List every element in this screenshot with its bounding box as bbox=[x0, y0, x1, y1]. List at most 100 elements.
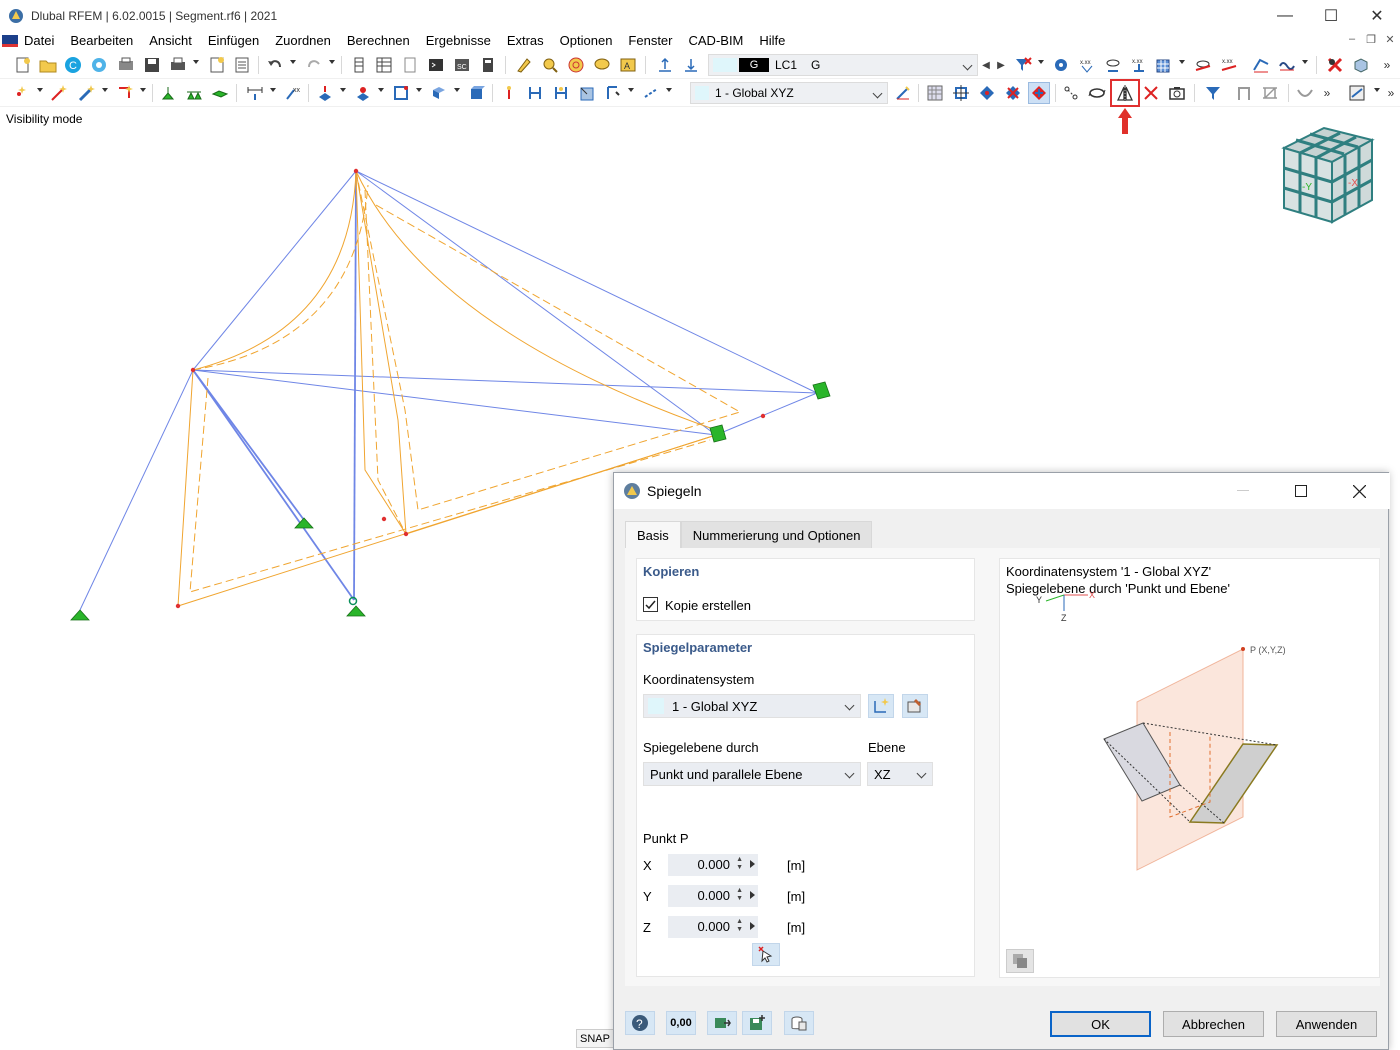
x-pick-arrow-icon[interactable] bbox=[750, 860, 755, 868]
menu-einfuegen[interactable]: Einfügen bbox=[200, 31, 267, 51]
line-connect-icon[interactable] bbox=[1060, 82, 1082, 104]
load-member-icon[interactable] bbox=[352, 82, 374, 104]
coordinate-system-select[interactable]: 1 - Global XYZ bbox=[690, 82, 888, 104]
mirror-plane-dropdown[interactable]: Punkt und parallele Ebene bbox=[643, 762, 861, 786]
menu-cad-bim[interactable]: CAD-BIM bbox=[681, 31, 752, 51]
node-dropdown[interactable] bbox=[37, 88, 43, 92]
new-surface-icon[interactable] bbox=[114, 82, 136, 104]
filter-icon[interactable] bbox=[1202, 82, 1224, 104]
cancel-button[interactable]: Abbrechen bbox=[1163, 1011, 1264, 1037]
tab-basis[interactable]: Basis bbox=[625, 521, 681, 548]
diagram-dropdown[interactable] bbox=[1302, 60, 1308, 64]
eye-support-icon[interactable] bbox=[1102, 54, 1124, 76]
save-settings-button[interactable] bbox=[742, 1011, 772, 1035]
copy-checkbox[interactable] bbox=[643, 597, 658, 612]
menu-berechnen[interactable]: Berechnen bbox=[339, 31, 418, 51]
menu-optionen[interactable]: Optionen bbox=[552, 31, 621, 51]
toolbar2-overflow-end[interactable]: » bbox=[1385, 82, 1397, 104]
script-icon[interactable] bbox=[425, 54, 447, 76]
open-folder-icon[interactable] bbox=[37, 54, 59, 76]
toolbar2-overflow[interactable]: » bbox=[1320, 82, 1334, 104]
menu-ergebnisse[interactable]: Ergebnisse bbox=[418, 31, 499, 51]
truss-icon[interactable] bbox=[1259, 82, 1281, 104]
load-down-icon[interactable] bbox=[680, 54, 702, 76]
mesh-dropdown[interactable] bbox=[1179, 60, 1185, 64]
project-icon[interactable] bbox=[602, 82, 624, 104]
snap-intersection-icon[interactable] bbox=[1002, 82, 1024, 104]
table-icon[interactable] bbox=[373, 54, 395, 76]
load-case-select[interactable]: G LC1 G bbox=[708, 54, 978, 76]
print-dropdown[interactable] bbox=[193, 60, 199, 64]
search-node-icon[interactable] bbox=[539, 54, 561, 76]
z-pick-arrow-icon[interactable] bbox=[750, 922, 755, 930]
menu-ansicht[interactable]: Ansicht bbox=[141, 31, 200, 51]
y-input[interactable]: 0.000 ▲ ▼ bbox=[668, 885, 758, 907]
new-node-icon[interactable] bbox=[8, 82, 30, 104]
rotate-member-icon[interactable] bbox=[550, 82, 572, 104]
result-diagram-icon[interactable] bbox=[1276, 54, 1298, 76]
load-settings-button[interactable] bbox=[784, 1011, 814, 1035]
next-load-case-icon[interactable]: ▶ bbox=[994, 54, 1008, 76]
menu-hilfe[interactable]: Hilfe bbox=[751, 31, 793, 51]
grid-view-icon[interactable] bbox=[924, 82, 946, 104]
delete-results-icon[interactable] bbox=[1324, 54, 1346, 76]
z-spinner-icon[interactable]: ▲ ▼ bbox=[736, 918, 743, 934]
new-member-icon[interactable] bbox=[76, 82, 98, 104]
z-input[interactable]: 0.000 ▲ ▼ bbox=[668, 916, 758, 938]
load-member-dropdown[interactable] bbox=[378, 88, 384, 92]
close-button[interactable]: ✕ bbox=[1354, 0, 1400, 31]
report-list-icon[interactable] bbox=[231, 54, 253, 76]
dimension-dropdown[interactable] bbox=[270, 88, 276, 92]
navigation-cube[interactable]: -Y -X bbox=[1278, 122, 1382, 226]
undo-icon[interactable] bbox=[264, 54, 286, 76]
pick-point-button[interactable] bbox=[752, 943, 780, 966]
xx-coordinate-icon[interactable]: xx bbox=[282, 82, 304, 104]
print-preview-icon[interactable] bbox=[115, 54, 137, 76]
load-node-dropdown[interactable] bbox=[340, 88, 346, 92]
snap-grid-icon[interactable] bbox=[950, 82, 972, 104]
member-dropdown[interactable] bbox=[102, 88, 108, 92]
cloud-icon[interactable] bbox=[88, 54, 110, 76]
dialog-maximize-button[interactable] bbox=[1272, 473, 1330, 509]
print-icon[interactable] bbox=[167, 54, 189, 76]
plane-dropdown[interactable]: XZ bbox=[867, 762, 933, 786]
filter-dropdown[interactable] bbox=[1038, 60, 1044, 64]
mdi-minimize-button[interactable]: – bbox=[1343, 33, 1361, 45]
minimize-button[interactable]: — bbox=[1262, 0, 1308, 31]
grid-mesh-icon[interactable] bbox=[1153, 54, 1175, 76]
toolbar1-overflow[interactable]: » bbox=[1380, 54, 1394, 76]
surface-support-icon[interactable] bbox=[209, 82, 231, 104]
units-button[interactable]: 0,00 bbox=[666, 1011, 696, 1035]
rotate-view-icon[interactable] bbox=[1086, 82, 1108, 104]
edit-coord-system-button[interactable] bbox=[902, 694, 928, 718]
solid-icon[interactable] bbox=[428, 82, 450, 104]
opening-icon[interactable] bbox=[390, 82, 412, 104]
menu-extras[interactable]: Extras bbox=[499, 31, 552, 51]
report-icon[interactable] bbox=[206, 54, 228, 76]
new-model-icon[interactable] bbox=[12, 54, 34, 76]
opening-dropdown[interactable] bbox=[416, 88, 422, 92]
filter-delete-icon[interactable] bbox=[1012, 54, 1034, 76]
new-line-icon[interactable] bbox=[48, 82, 70, 104]
new-coord-system-button[interactable] bbox=[868, 694, 894, 718]
copy-member-icon[interactable] bbox=[524, 82, 546, 104]
menu-datei[interactable]: Datei bbox=[22, 31, 62, 51]
line-support-icon[interactable] bbox=[183, 82, 205, 104]
ok-button[interactable]: OK bbox=[1050, 1011, 1151, 1037]
prev-load-case-icon[interactable]: ◀ bbox=[979, 54, 993, 76]
snap-status-button[interactable]: SNAP bbox=[576, 1029, 614, 1048]
snap-object-icon[interactable] bbox=[976, 82, 998, 104]
nodal-support-icon[interactable] bbox=[157, 82, 179, 104]
ruler-pencil-icon[interactable] bbox=[513, 54, 535, 76]
dimension-icon[interactable] bbox=[244, 82, 266, 104]
apply-button[interactable]: Anwenden bbox=[1276, 1011, 1377, 1037]
table-narrow-icon[interactable] bbox=[348, 54, 370, 76]
mdi-restore-button[interactable]: ❐ bbox=[1362, 33, 1380, 46]
solid-dropdown[interactable] bbox=[454, 88, 460, 92]
load-node-icon[interactable] bbox=[314, 82, 336, 104]
x-spinner-icon[interactable]: ▲ ▼ bbox=[736, 856, 743, 872]
eye-line-icon[interactable] bbox=[1192, 54, 1214, 76]
camera-icon[interactable] bbox=[1166, 82, 1188, 104]
menu-bearbeiten[interactable]: Bearbeiten bbox=[62, 31, 141, 51]
dialog-close-button[interactable] bbox=[1330, 473, 1388, 509]
